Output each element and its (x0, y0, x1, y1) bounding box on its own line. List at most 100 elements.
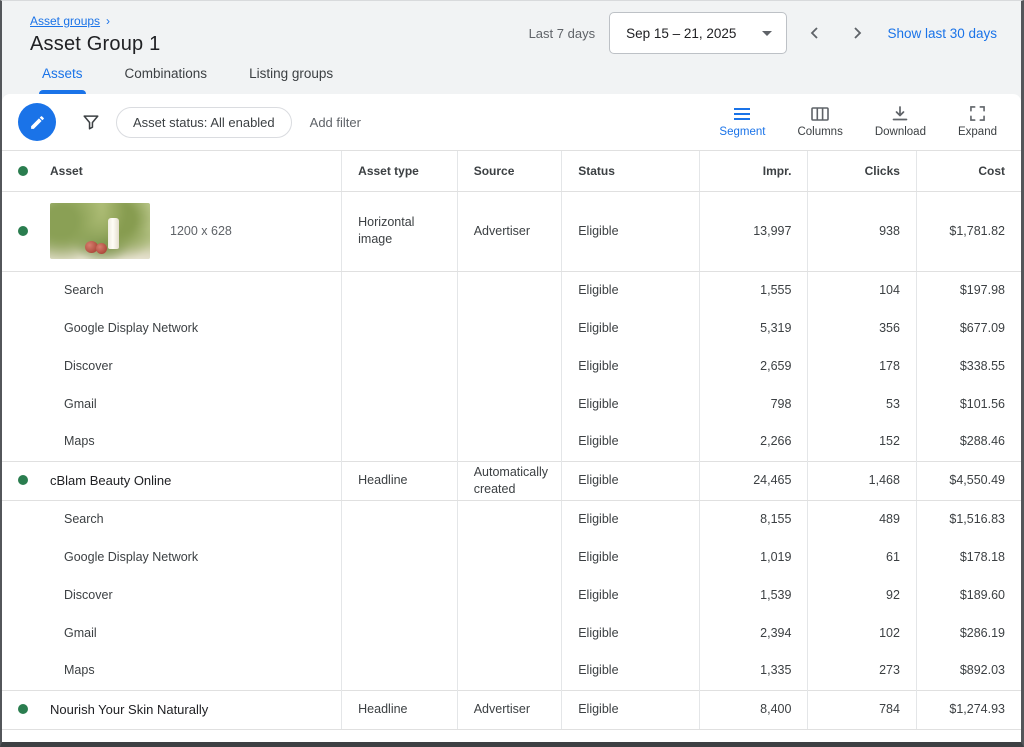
tab-combinations[interactable]: Combinations (125, 66, 208, 94)
cost-cell: $101.56 (916, 385, 1021, 423)
impressions-cell: 8,155 (699, 500, 808, 538)
date-range-label: Last 7 days (529, 26, 596, 41)
date-range-selector[interactable]: Sep 15 – 21, 2025 (609, 12, 787, 54)
source-cell (457, 652, 562, 690)
asset-type-cell: Horizontal image (342, 191, 458, 271)
column-header-impressions: Impr. (699, 151, 808, 191)
source-cell (457, 538, 562, 576)
download-icon (892, 106, 908, 121)
date-range-value: Sep 15 – 21, 2025 (626, 26, 736, 41)
status-cell: Eligible (562, 614, 700, 652)
source-cell (457, 385, 562, 423)
segment-cell: Google Display Network (2, 309, 342, 347)
breadcrumb-link[interactable]: Asset groups (30, 14, 100, 28)
clicks-cell: 178 (808, 347, 917, 385)
status-cell: Eligible (562, 347, 700, 385)
segment-button[interactable]: Segment (719, 107, 765, 138)
cost-cell: $288.46 (916, 423, 1021, 461)
source-cell (457, 347, 562, 385)
status-cell: Eligible (562, 500, 700, 538)
column-header-asset: Asset (50, 164, 83, 178)
clicks-cell: 489 (808, 500, 917, 538)
status-dot[interactable] (18, 166, 28, 176)
column-header-clicks: Clicks (808, 151, 917, 191)
source-cell (457, 309, 562, 347)
clicks-cell: 938 (808, 191, 917, 271)
add-filter-button[interactable]: Add filter (310, 115, 361, 130)
cost-cell: $892.03 (916, 652, 1021, 690)
cost-cell: $178.18 (916, 538, 1021, 576)
tab-assets[interactable]: Assets (42, 66, 83, 94)
date-controls: Last 7 days Sep 15 – 21, 2025 Show last … (529, 12, 997, 54)
asset-row: 1200 x 628 Horizontal imageAdvertiserElig… (2, 191, 1021, 271)
next-period-button[interactable] (843, 19, 871, 47)
asset-type-cell: Headline (342, 690, 458, 729)
status-dot[interactable] (18, 704, 28, 714)
cost-cell: $1,516.83 (916, 500, 1021, 538)
segment-cell: Gmail (2, 614, 342, 652)
clicks-cell: 152 (808, 423, 917, 461)
source-cell (457, 500, 562, 538)
toolbar-actions: Segment Columns Download (719, 106, 1005, 138)
thumbnail-fruit (96, 243, 107, 254)
impressions-cell: 1,539 (699, 576, 808, 614)
segment-cell: Gmail (2, 385, 342, 423)
download-button[interactable]: Download (875, 106, 926, 138)
status-dot[interactable] (18, 475, 28, 485)
expand-button[interactable]: Expand (958, 106, 997, 138)
source-cell: Advertiser (457, 191, 562, 271)
cost-cell: $197.98 (916, 271, 1021, 309)
asset-cell: cBlam Beauty Online (2, 461, 342, 500)
status-cell: Eligible (562, 191, 700, 271)
segment-row: Search Eligible8,155489$1,516.83 (2, 500, 1021, 538)
chevron-right-icon: › (106, 14, 110, 28)
impressions-cell: 2,394 (699, 614, 808, 652)
asset-status-filter-chip[interactable]: Asset status: All enabled (116, 107, 292, 138)
expand-icon (970, 106, 985, 121)
assets-table: Asset Asset type Source Status Impr. Cli… (2, 151, 1021, 730)
asset-type-cell (342, 385, 458, 423)
clicks-cell: 61 (808, 538, 917, 576)
segment-label: Maps (18, 433, 95, 450)
columns-label: Columns (797, 126, 842, 138)
edit-button[interactable] (18, 103, 56, 141)
cost-cell: $1,781.82 (916, 191, 1021, 271)
segment-icon (733, 107, 751, 121)
asset-dimensions-label: 1200 x 628 (170, 223, 232, 240)
clicks-cell: 784 (808, 690, 917, 729)
source-cell (457, 576, 562, 614)
asset-cell: 1200 x 628 (2, 191, 342, 271)
source-cell: Advertiser (457, 690, 562, 729)
asset-type-cell (342, 500, 458, 538)
filter-button[interactable] (82, 113, 100, 131)
segment-row: DiscoverEligible1,53992$189.60 (2, 576, 1021, 614)
tab-listing-groups[interactable]: Listing groups (249, 66, 333, 94)
status-cell: Eligible (562, 309, 700, 347)
table-body: 1200 x 628Horizontal imageAdvertiserElig… (2, 191, 1021, 729)
status-dot[interactable] (18, 226, 28, 236)
column-header-source: Source (457, 151, 562, 191)
impressions-cell: 1,555 (699, 271, 808, 309)
clicks-cell: 1,468 (808, 461, 917, 500)
column-header-status: Status (562, 151, 700, 191)
cost-cell: $4,550.49 (916, 461, 1021, 500)
segment-row: SearchEligible1,555104$197.98 (2, 271, 1021, 309)
impressions-cell: 798 (699, 385, 808, 423)
dropdown-caret-icon (762, 31, 772, 36)
columns-icon (811, 107, 829, 121)
columns-button[interactable]: Columns (797, 107, 842, 138)
impressions-cell: 1,019 (699, 538, 808, 576)
segment-label: Search (18, 511, 104, 528)
page: Asset groups › Asset Group 1 Last 7 days… (0, 0, 1024, 747)
status-cell: Eligible (562, 538, 700, 576)
funnel-icon (82, 113, 100, 131)
clicks-cell: 273 (808, 652, 917, 690)
show-last-30-days-link[interactable]: Show last 30 days (887, 26, 997, 41)
segment-cell: Search (2, 500, 342, 538)
status-cell: Eligible (562, 423, 700, 461)
asset-thumbnail[interactable] (50, 203, 150, 259)
previous-period-button[interactable] (801, 19, 829, 47)
cost-cell: $1,274.93 (916, 690, 1021, 729)
clicks-cell: 53 (808, 385, 917, 423)
clicks-cell: 356 (808, 309, 917, 347)
